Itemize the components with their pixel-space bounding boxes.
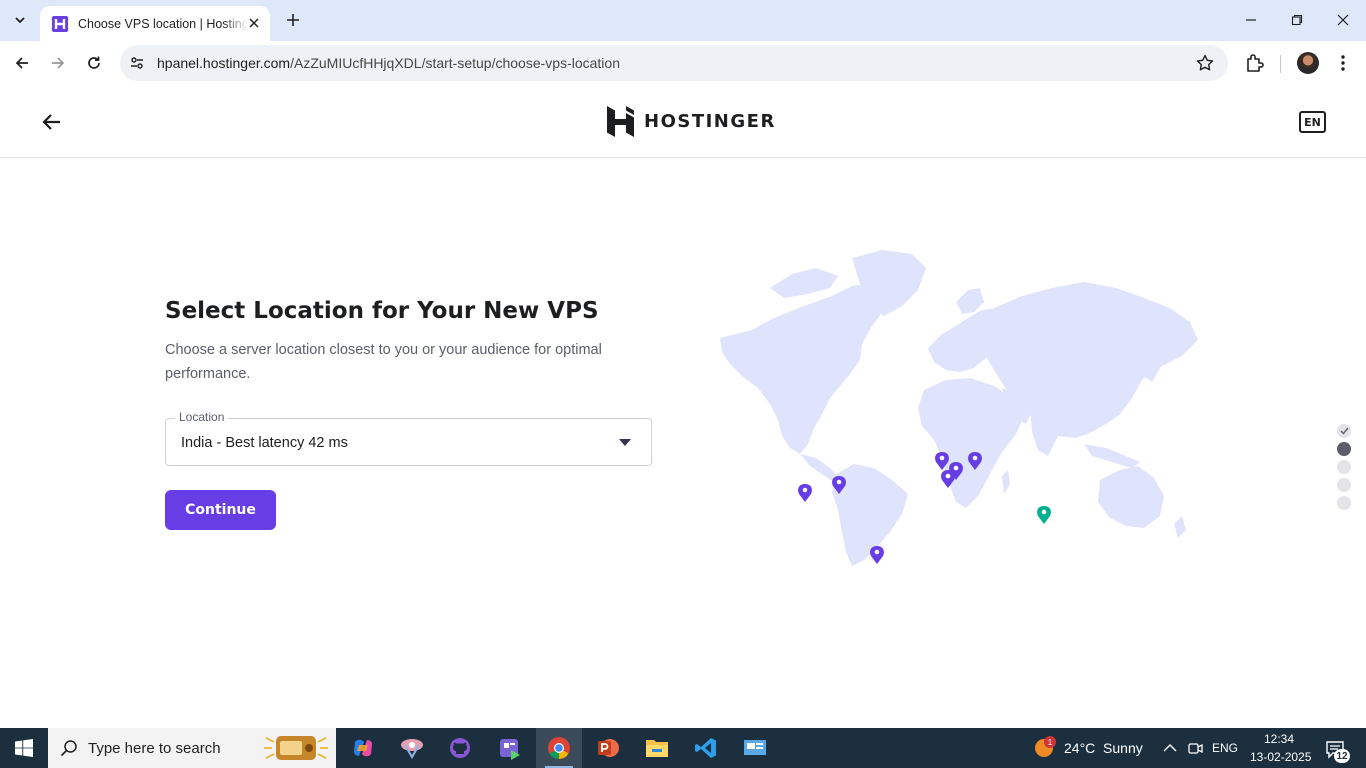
close-window-icon[interactable] [1331,8,1355,32]
notifications-count: 12 [1334,749,1350,763]
show-hidden-icons-chevron-icon[interactable] [1161,739,1179,757]
taskbar-remote-desktop-icon[interactable] [732,728,778,768]
back-arrow-icon[interactable] [40,110,64,134]
check-icon [1340,427,1349,435]
step-current [1337,442,1351,456]
extensions-puzzle-icon[interactable] [1243,51,1267,75]
page-title: Select Location for Your New VPS [165,298,599,324]
weather-badge: 1 [1044,736,1056,748]
location-select[interactable]: Location India - Best latency 42 ms [165,410,652,466]
input-language[interactable]: ENG [1212,741,1238,755]
page: HOSTINGER EN Select Location for Your Ne… [0,86,1366,728]
map-landmass [720,250,1198,566]
taskbar-github-icon[interactable] [437,728,483,768]
back-icon[interactable] [10,51,34,75]
bookmark-star-icon[interactable] [1196,54,1214,72]
url-text: hpanel.hostinger.com/AzZuMIUcfHHjqXDL/st… [157,55,620,71]
search-icon [60,740,77,757]
taskbar-file-explorer-icon[interactable] [634,728,680,768]
close-tab-icon[interactable] [246,15,262,31]
step-completed [1337,424,1351,438]
taskbar-search[interactable]: Type here to search [48,728,336,768]
server-pin-india-selected[interactable] [1037,506,1051,524]
location-label: Location [175,410,229,424]
server-pin-brazil[interactable] [870,546,884,564]
page-subtitle: Choose a server location closest to you … [165,342,602,382]
tab-search-chevron-icon[interactable] [8,8,32,32]
hostinger-favicon-icon [52,15,68,32]
taskbar-powerpoint-icon[interactable] [585,728,631,768]
tab-title: Choose VPS location | Hostinger [78,16,248,31]
windows-start-icon[interactable] [0,728,48,768]
more-menu-icon[interactable] [1333,51,1353,75]
taskbar-snipping-icon[interactable] [389,728,435,768]
minimize-icon[interactable] [1239,8,1263,32]
taskbar-chrome-icon[interactable] [536,728,582,768]
profile-avatar[interactable] [1297,52,1319,74]
windows-taskbar: Type here to search 1 24°C Sunny ENG 12:… [0,728,1366,768]
site-settings-icon[interactable] [128,54,146,72]
radio-illustration-icon [264,736,328,760]
dropdown-caret-icon [619,439,631,446]
forward-icon[interactable] [46,51,70,75]
clock-time[interactable]: 12:34 [1264,732,1294,746]
new-tab-icon[interactable] [282,9,304,31]
continue-button[interactable]: Continue [165,490,276,530]
hostinger-logo-icon [607,106,634,137]
server-pin-us-west[interactable] [798,484,812,502]
toolbar-divider [1280,55,1281,73]
world-map [720,250,1198,566]
clock-date[interactable]: 13-02-2025 [1250,750,1311,764]
page-header: HOSTINGER EN [0,86,1366,158]
step-upcoming [1337,496,1351,510]
step-upcoming [1337,478,1351,492]
address-bar[interactable]: hpanel.hostinger.com/AzZuMIUcfHHjqXDL/st… [120,45,1228,81]
step-upcoming [1337,460,1351,474]
language-selector[interactable]: EN [1299,111,1326,133]
restore-icon[interactable] [1285,8,1309,32]
brand-name: HOSTINGER [644,111,776,132]
browser-tab-bar: Choose VPS location | Hostinger [0,0,1366,41]
search-placeholder: Type here to search [88,740,221,757]
step-indicator [1337,424,1351,514]
hostinger-logo[interactable]: HOSTINGER [607,106,776,137]
browser-toolbar: hpanel.hostinger.com/AzZuMIUcfHHjqXDL/st… [0,41,1366,86]
taskbar-vscode-icon[interactable] [683,728,729,768]
meet-now-icon[interactable] [1186,739,1204,757]
location-value: India - Best latency 42 ms [181,435,348,451]
reload-icon[interactable] [82,51,106,75]
weather-text[interactable]: 24°C Sunny [1064,740,1143,756]
taskbar-copilot-icon[interactable] [340,728,386,768]
browser-tab[interactable]: Choose VPS location | Hostinger [40,6,270,41]
taskbar-teams-icon[interactable] [487,728,533,768]
